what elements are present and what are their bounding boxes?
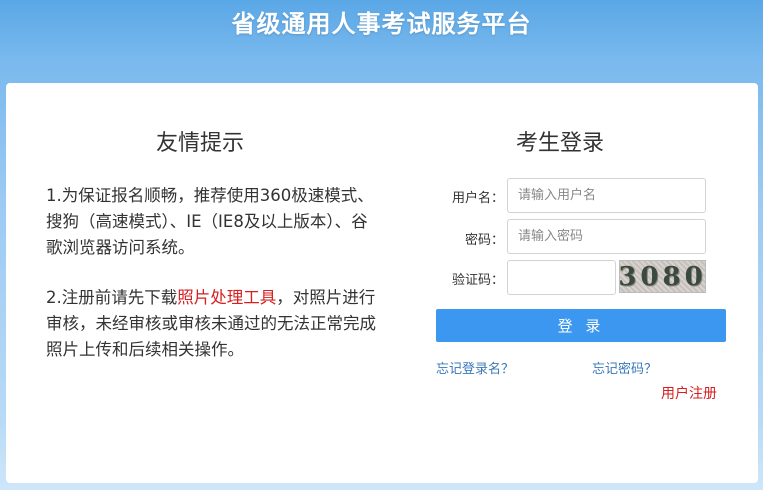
register-link[interactable]: 用户注册 bbox=[661, 383, 717, 403]
captcha-input[interactable] bbox=[507, 260, 616, 295]
username-label: 用户名： bbox=[451, 191, 504, 206]
tips-title: 友情提示 bbox=[156, 131, 245, 156]
tips-paragraph-1: 1.为保证报名顺畅，推荐使用360极速模式、搜狗（高速模式）、IE（IE8及以上… bbox=[46, 186, 374, 257]
password-label: 密码： bbox=[464, 233, 504, 248]
login-title: 考生登录 bbox=[516, 131, 605, 156]
login-button[interactable]: 登 录 bbox=[436, 309, 726, 342]
username-input[interactable] bbox=[507, 178, 706, 213]
site-title: 省级通用人事考试服务平台 bbox=[231, 10, 532, 38]
captcha-image[interactable]: 3080 bbox=[619, 260, 706, 293]
captcha-label: 验证码： bbox=[451, 273, 504, 288]
photo-tool-link[interactable]: 照片处理工具 bbox=[177, 288, 276, 307]
tips-paragraph-2: 2.注册前请先下载照片处理工具，对照片进行审核，未经审核或审核未通过的无法正常完… bbox=[46, 285, 376, 363]
login-card: 友情提示 1.为保证报名顺畅，推荐使用360极速模式、搜狗（高速模式）、IE（I… bbox=[6, 83, 758, 483]
forgot-password-link[interactable]: 忘记密码？ bbox=[592, 358, 657, 377]
forgot-username-link[interactable]: 忘记登录名？ bbox=[436, 358, 514, 377]
tips-paragraph-2-lead: 2.注册前请先下载 bbox=[46, 288, 178, 307]
captcha-code: 3080 bbox=[619, 261, 706, 292]
password-input[interactable] bbox=[507, 219, 706, 254]
